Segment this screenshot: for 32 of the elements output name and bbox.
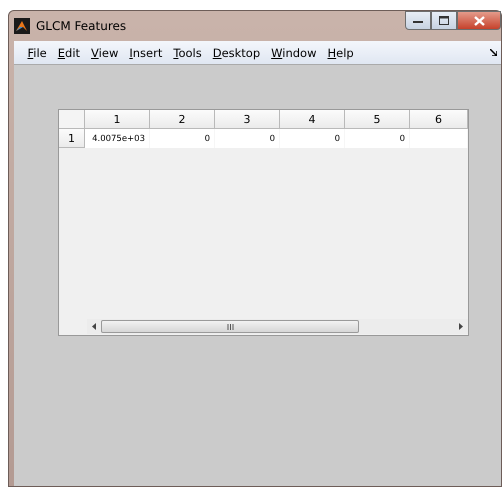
column-header[interactable]: 1 xyxy=(85,110,150,129)
menu-item[interactable]: Insert xyxy=(124,46,168,60)
menu-item[interactable]: View xyxy=(86,46,124,60)
column-header[interactable]: 5 xyxy=(345,110,410,129)
column-header[interactable]: 4 xyxy=(280,110,345,129)
close-button[interactable] xyxy=(457,11,501,30)
row-header[interactable]: 1 xyxy=(59,129,85,148)
table-cell[interactable]: 4.0075e+03 xyxy=(85,129,150,148)
app-logo-icon xyxy=(14,18,30,34)
menu-item[interactable]: Help xyxy=(322,46,360,60)
close-icon xyxy=(474,16,484,26)
menu-item[interactable]: Window xyxy=(266,46,322,60)
menu-item[interactable]: Edit xyxy=(52,46,86,60)
maximize-icon xyxy=(439,16,449,25)
table-cell[interactable]: 0 xyxy=(280,129,345,148)
table-cell[interactable] xyxy=(410,129,468,148)
right-arrow-icon xyxy=(459,323,463,330)
dock-arrow-icon[interactable] xyxy=(490,49,497,56)
column-header[interactable]: 2 xyxy=(150,110,215,129)
left-arrow-icon xyxy=(92,323,96,330)
table-cell[interactable]: 0 xyxy=(150,129,215,148)
menu-item[interactable]: Desktop xyxy=(207,46,266,60)
maximize-button[interactable] xyxy=(431,11,457,30)
column-header[interactable]: 6 xyxy=(410,110,468,129)
menu-item[interactable]: File xyxy=(22,46,52,60)
table-cell[interactable]: 0 xyxy=(345,129,410,148)
minimize-button[interactable] xyxy=(405,11,431,30)
window-title: GLCM Features xyxy=(36,19,126,33)
table-cell[interactable]: 0 xyxy=(215,129,280,148)
scrollbar-thumb[interactable] xyxy=(101,320,359,333)
column-header[interactable]: 3 xyxy=(215,110,280,129)
menu-item[interactable]: Tools xyxy=(168,46,208,60)
